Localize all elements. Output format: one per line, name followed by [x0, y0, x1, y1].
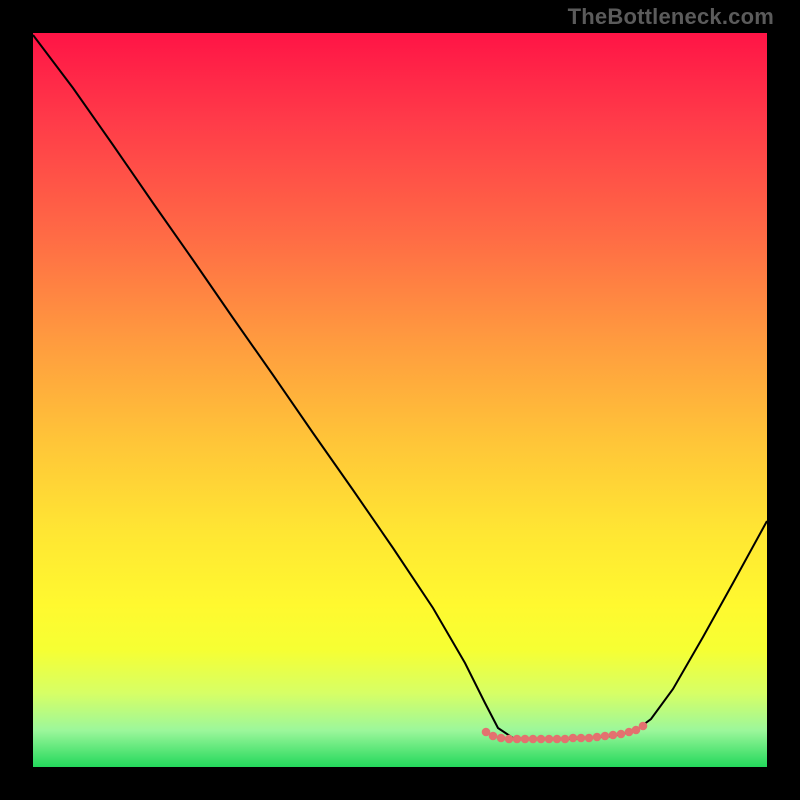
bottleneck-curve: [33, 35, 767, 739]
optimal-marker: [601, 732, 610, 741]
optimal-marker: [609, 731, 618, 740]
optimal-marker: [497, 734, 506, 743]
optimal-marker: [537, 735, 546, 744]
optimal-marker: [585, 734, 594, 743]
optimal-marker: [505, 735, 514, 744]
watermark-text: TheBottleneck.com: [568, 4, 774, 30]
optimal-marker: [489, 732, 498, 741]
optimal-marker: [521, 735, 530, 744]
chart-svg: [33, 33, 767, 767]
optimal-marker: [569, 734, 578, 743]
optimal-marker: [593, 733, 602, 742]
optimal-marker: [529, 735, 538, 744]
optimal-marker: [639, 722, 648, 731]
optimal-marker: [577, 734, 586, 743]
chart-container: TheBottleneck.com: [0, 0, 800, 800]
optimal-marker: [513, 735, 522, 744]
optimal-marker: [545, 735, 554, 744]
optimal-marker: [561, 735, 570, 744]
plot-area: [33, 33, 767, 767]
optimal-marker: [617, 730, 626, 739]
optimal-marker: [553, 735, 562, 744]
